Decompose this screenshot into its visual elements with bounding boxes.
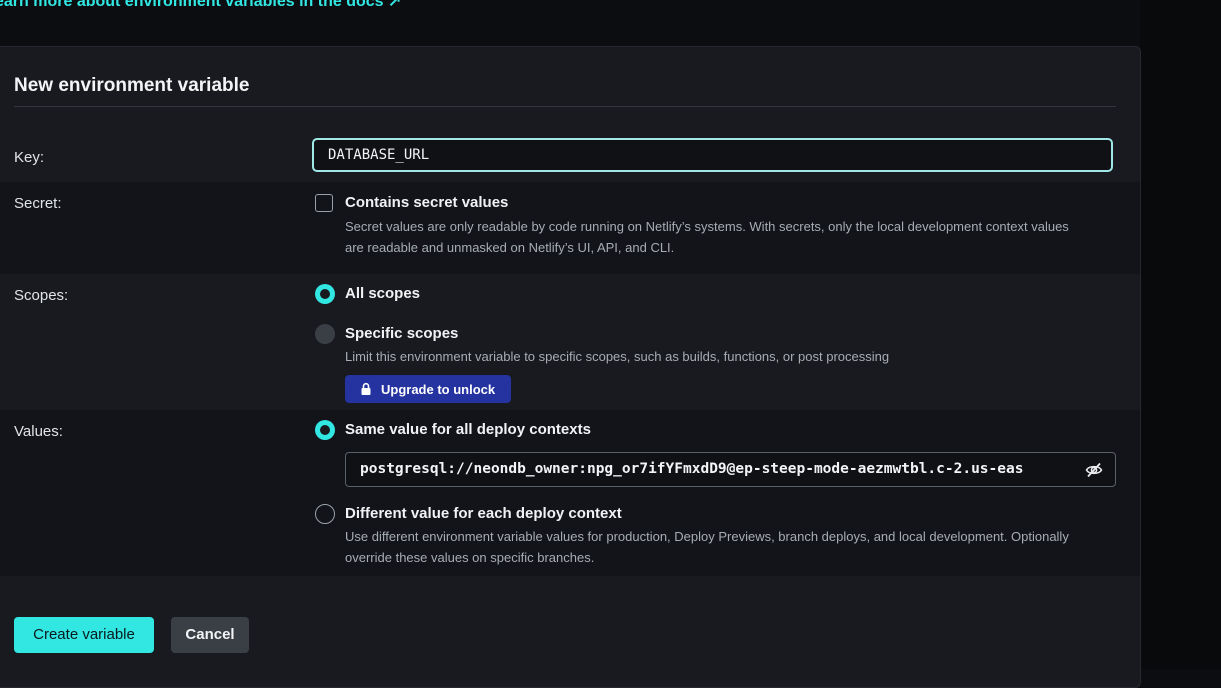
different-value-desc: Use different environment variable value… <box>345 529 1069 565</box>
key-input[interactable]: DATABASE_URL <box>312 138 1113 172</box>
cancel-button[interactable]: Cancel <box>171 617 249 653</box>
value-text: postgresql://neondb_owner:npg_or7ifYFmxd… <box>360 461 1024 477</box>
new-variable-card: New environment variable Key: DATABASE_U… <box>0 46 1141 688</box>
scopes-label: Scopes: <box>14 287 69 304</box>
same-value-title: Same value for all deploy contexts <box>345 421 591 438</box>
secret-label: Secret: <box>14 195 62 212</box>
same-value-radio[interactable] <box>315 420 335 440</box>
eye-off-icon[interactable] <box>1085 461 1103 479</box>
all-scopes-radio[interactable] <box>315 284 335 304</box>
page-gutter <box>1140 0 1221 669</box>
create-variable-button[interactable]: Create variable <box>14 617 154 653</box>
all-scopes-title: All scopes <box>345 285 421 302</box>
secret-option-desc: Secret values are only readable by code … <box>345 219 1069 255</box>
values-label: Values: <box>14 423 63 440</box>
title-divider <box>14 106 1116 107</box>
lock-icon <box>361 382 371 395</box>
different-value-radio[interactable] <box>315 504 335 524</box>
secret-checkbox[interactable] <box>315 194 333 212</box>
values-row: Values: Same value for all deploy contex… <box>0 410 1140 576</box>
specific-scopes-radio[interactable] <box>315 324 335 344</box>
key-label: Key: <box>14 149 45 166</box>
card-title: New environment variable <box>14 75 250 96</box>
different-value-title: Different value for each deploy context <box>345 505 622 522</box>
value-input[interactable]: postgresql://neondb_owner:npg_or7ifYFmxd… <box>345 452 1116 487</box>
secret-row: Secret: Contains secret values Secret va… <box>0 182 1140 274</box>
upgrade-label: Upgrade to unlock <box>381 381 496 397</box>
specific-scopes-title: Specific scopes <box>345 325 459 342</box>
scopes-row: Scopes: All scopes Specific scopes Limit… <box>0 274 1140 410</box>
specific-scopes-desc: Limit this environment variable to speci… <box>345 349 890 364</box>
upgrade-button[interactable]: Upgrade to unlock <box>345 375 511 403</box>
secret-option-title: Contains secret values <box>345 194 509 211</box>
docs-link[interactable]: earn more about environment variables in… <box>0 0 401 11</box>
